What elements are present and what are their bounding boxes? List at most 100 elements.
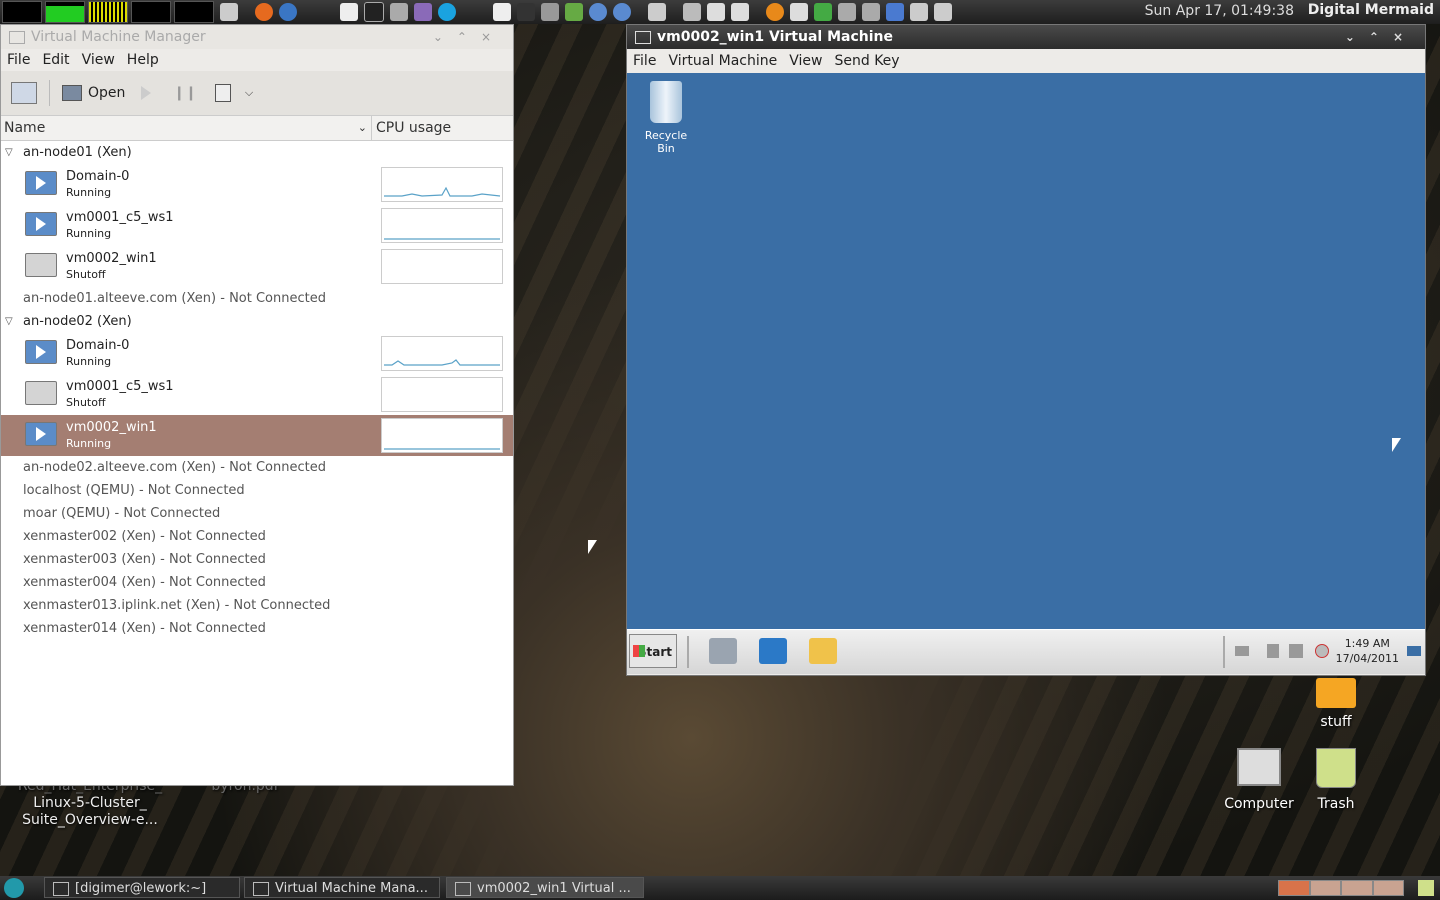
pidgin-icon[interactable]	[414, 3, 432, 21]
taskbar-button-terminal[interactable]: [digimer@lework:~]	[44, 877, 240, 898]
close-icon[interactable]: ×	[1393, 30, 1417, 44]
film-icon[interactable]	[707, 3, 725, 21]
desktop-icon-trash[interactable]: Trash	[1306, 748, 1366, 812]
remote-desktop-icon[interactable]	[648, 3, 666, 21]
menu-view[interactable]: View	[82, 52, 115, 68]
vm-row[interactable]: Domain-0 Running	[1, 333, 513, 374]
network-wired-icon[interactable]	[838, 3, 856, 21]
network-icon[interactable]	[1289, 644, 1303, 658]
not-connected-host[interactable]: an-node01.alteeve.com (Xen) - Not Connec…	[1, 287, 513, 310]
new-vm-button[interactable]	[11, 82, 37, 104]
menu-send-key[interactable]: Send Key	[834, 53, 899, 69]
volume-muted-icon[interactable]	[1315, 644, 1329, 658]
network-monitor-icon[interactable]	[88, 1, 128, 23]
maximize-icon[interactable]: ⌃	[1369, 30, 1393, 44]
host-group-an-node02[interactable]: ▽ an-node02 (Xen)	[1, 310, 513, 333]
not-connected-host[interactable]: xenmaster013.iplink.net (Xen) - Not Conn…	[1, 594, 513, 617]
not-connected-host[interactable]: xenmaster003 (Xen) - Not Connected	[1, 548, 513, 571]
explorer-icon[interactable]	[809, 638, 837, 664]
inkscape-icon[interactable]	[517, 3, 535, 21]
weather-icon[interactable]	[766, 3, 784, 21]
column-header-name[interactable]: Name ⌄	[1, 116, 372, 140]
vm-viewer-titlebar[interactable]: vm0002_win1 Virtual Machine ⌄⌃×	[627, 25, 1425, 49]
thunderbird-icon[interactable]	[279, 3, 297, 21]
panel-username[interactable]: Digital Mermaid	[1308, 2, 1434, 18]
vmm-launcher-icon[interactable]	[683, 3, 701, 21]
host-group-an-node01[interactable]: ▽ an-node01 (Xen)	[1, 141, 513, 164]
panel-clock[interactable]: Sun Apr 17, 01:49:38	[1145, 3, 1294, 19]
vm-row-selected[interactable]: vm0002_win1 Running	[1, 415, 513, 456]
workspace-3[interactable]	[1341, 880, 1373, 896]
display-icon[interactable]	[910, 3, 928, 21]
network-globe-2-icon[interactable]	[613, 3, 631, 21]
clipboard-icon[interactable]	[934, 3, 952, 21]
workspace-1[interactable]	[1278, 880, 1310, 896]
column-header-cpu[interactable]: CPU usage	[372, 116, 451, 140]
taskbar-button-vm-viewer[interactable]: vm0002_win1 Virtual ...	[446, 877, 644, 898]
shutdown-button[interactable]	[214, 84, 231, 102]
cpu-monitor-icon[interactable]	[2, 1, 42, 23]
update-icon[interactable]	[814, 3, 832, 21]
show-desktop-icon[interactable]	[220, 3, 238, 21]
trash-applet-icon[interactable]	[1418, 880, 1434, 896]
vm-row[interactable]: vm0001_c5_ws1 Shutoff	[1, 374, 513, 415]
desktop-icon-stuff[interactable]: stuff	[1306, 678, 1366, 730]
skype-icon[interactable]	[438, 3, 456, 21]
server-manager-icon[interactable]	[709, 638, 737, 664]
expander-icon[interactable]: ▽	[5, 141, 13, 164]
workspace-switcher[interactable]	[1278, 880, 1404, 896]
flag-icon[interactable]	[1267, 644, 1279, 658]
firefox-icon[interactable]	[255, 3, 273, 21]
bluetooth-icon[interactable]	[886, 3, 904, 21]
not-connected-host[interactable]: xenmaster014 (Xen) - Not Connected	[1, 617, 513, 640]
minimize-icon[interactable]: ⌄	[433, 30, 457, 44]
vm-row[interactable]: Domain-0 Running	[1, 164, 513, 205]
network-globe-icon[interactable]	[589, 3, 607, 21]
menu-edit[interactable]: Edit	[42, 52, 69, 68]
guest-start-button[interactable]: Start	[629, 634, 677, 668]
guest-desktop[interactable]: Recycle Bin	[627, 73, 1425, 629]
workspace-2[interactable]	[1309, 880, 1341, 896]
vm-row[interactable]: vm0002_win1 Shutoff	[1, 246, 513, 287]
terminal-icon[interactable]	[364, 2, 384, 22]
menu-file[interactable]: File	[633, 53, 656, 69]
vmm-titlebar[interactable]: Virtual Machine Manager ⌄⌃×	[1, 25, 513, 49]
not-connected-host[interactable]: xenmaster004 (Xen) - Not Connected	[1, 571, 513, 594]
show-desktop-icon[interactable]	[1407, 646, 1421, 656]
taskbar-button-vmm[interactable]: Virtual Machine Mana...	[244, 877, 440, 898]
workspace-4[interactable]	[1372, 880, 1404, 896]
gimp-icon[interactable]	[541, 3, 559, 21]
picasa-icon[interactable]	[565, 3, 583, 21]
menu-virtual-machine[interactable]: Virtual Machine	[668, 53, 777, 69]
fedora-menu-icon[interactable]	[4, 878, 24, 898]
memory-monitor-icon[interactable]	[45, 1, 85, 23]
film-2-icon[interactable]	[731, 3, 749, 21]
shutdown-menu-chevron-icon[interactable]: ⌵	[245, 86, 253, 100]
minimize-icon[interactable]: ⌄	[1345, 30, 1369, 44]
keyboard-icon[interactable]	[1235, 646, 1249, 656]
close-icon[interactable]: ×	[481, 30, 505, 44]
not-connected-host[interactable]: xenmaster002 (Xen) - Not Connected	[1, 525, 513, 548]
open-button[interactable]: Open	[62, 85, 125, 101]
notes-icon[interactable]	[493, 3, 511, 21]
guest-clock[interactable]: 1:49 AM 17/04/2011	[1336, 636, 1399, 666]
recycle-bin[interactable]: Recycle Bin	[635, 81, 697, 155]
swap-monitor-icon[interactable]	[131, 1, 171, 23]
menu-file[interactable]: File	[7, 52, 30, 68]
calculator-icon[interactable]	[390, 3, 408, 21]
not-connected-host[interactable]: localhost (QEMU) - Not Connected	[1, 479, 513, 502]
run-button[interactable]	[141, 86, 152, 100]
text-editor-icon[interactable]	[340, 3, 358, 21]
vm-row[interactable]: vm0001_c5_ws1 Running	[1, 205, 513, 246]
menu-help[interactable]: Help	[127, 52, 159, 68]
load-monitor-icon[interactable]	[174, 1, 214, 23]
desktop-icon-computer[interactable]: Computer	[1224, 748, 1294, 812]
maximize-icon[interactable]: ⌃	[457, 30, 481, 44]
pause-button[interactable]: ❙❙	[173, 85, 196, 101]
expander-icon[interactable]: ▽	[5, 310, 13, 333]
volume-icon[interactable]	[862, 3, 880, 21]
not-connected-host[interactable]: moar (QEMU) - Not Connected	[1, 502, 513, 525]
not-connected-host[interactable]: an-node02.alteeve.com (Xen) - Not Connec…	[1, 456, 513, 479]
powershell-icon[interactable]	[759, 638, 787, 664]
usb-drive-icon[interactable]	[790, 3, 808, 21]
